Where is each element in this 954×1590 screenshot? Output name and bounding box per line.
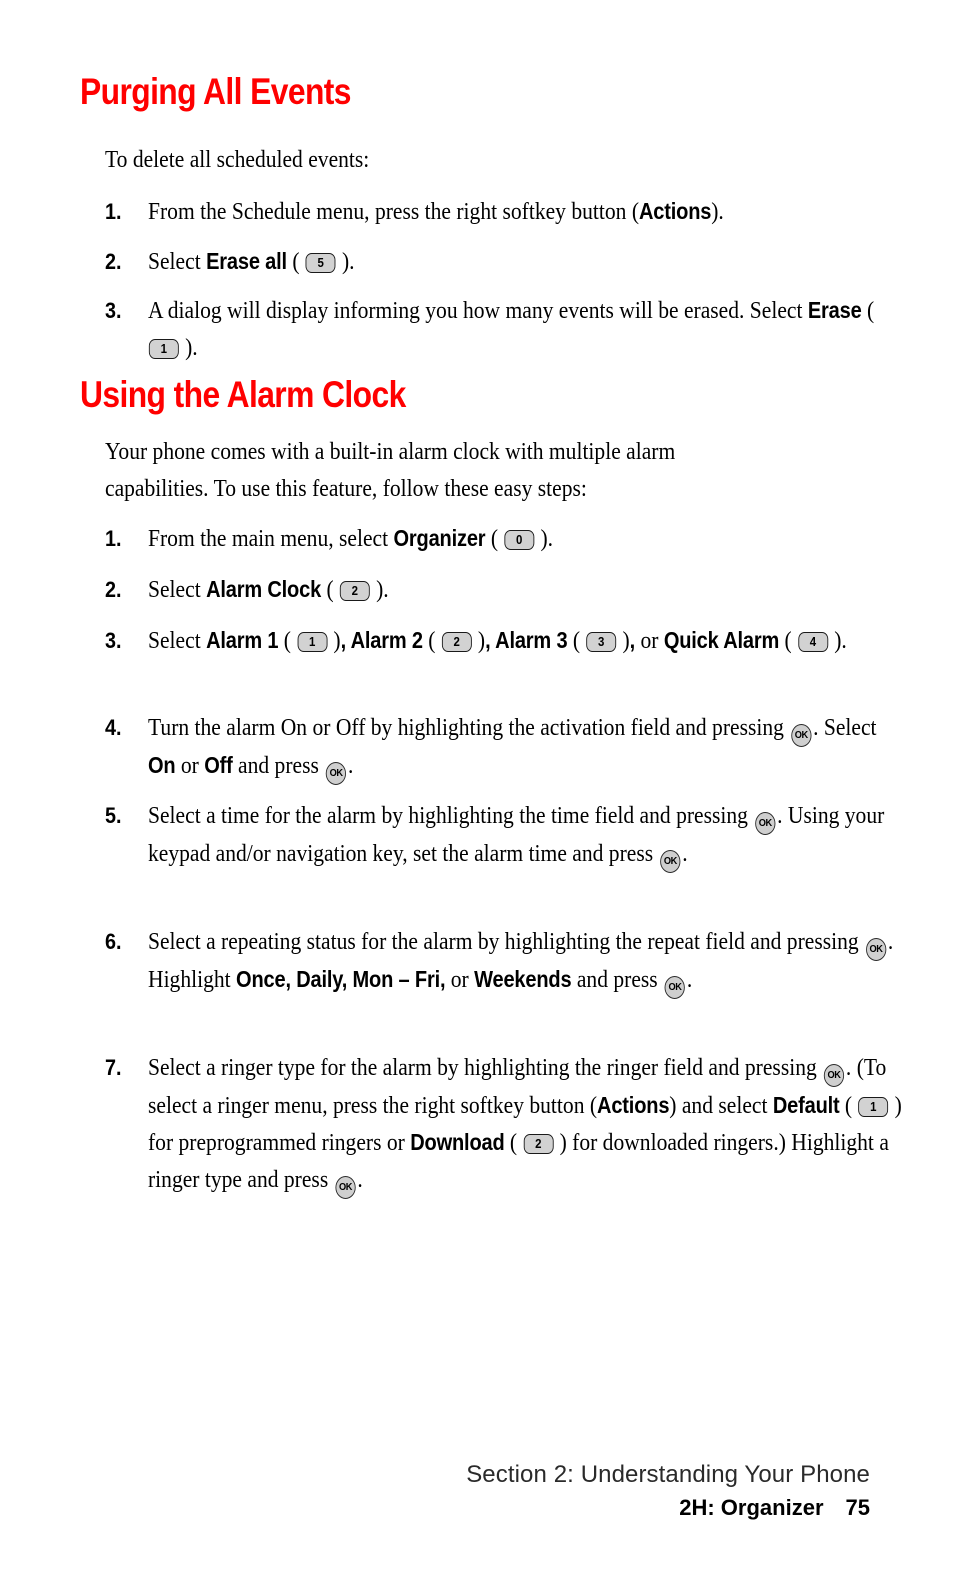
emphasis-label: Erase: [807, 297, 862, 323]
step-number: 1.: [105, 199, 122, 224]
step-text: Select Alarm Clock ( 2 ).: [148, 576, 389, 603]
alarm-step-2: 2. Select Alarm Clock ( 2 ).: [105, 571, 915, 608]
ok-key-icon: OK: [335, 1176, 356, 1199]
step-number: 5.: [105, 803, 122, 828]
emphasis-label: Actions: [639, 198, 712, 224]
ok-key-icon: OK: [664, 976, 686, 999]
page-title-purging-all-events: Purging All Events: [80, 71, 351, 112]
keypad-key-0-icon: 0: [504, 530, 535, 550]
step-number: 7.: [105, 1055, 122, 1080]
ok-key-icon: OK: [823, 1064, 845, 1087]
ok-key-icon: OK: [865, 938, 887, 961]
purging-step-3: 3. A dialog will display informing you ho…: [105, 292, 915, 366]
purging-step-1: 1. From the Schedule menu, press the righ…: [105, 193, 915, 230]
manual-page: Purging All Events To delete all schedul…: [0, 0, 954, 1590]
step-number: 1.: [105, 526, 122, 551]
step-number: 2.: [105, 577, 122, 602]
keypad-key-4-icon: 4: [798, 632, 828, 652]
intro-paragraph-purging: To delete all scheduled events:: [105, 146, 370, 173]
page-number: 75: [845, 1495, 870, 1520]
emphasis-label: Once, Daily, Mon – Fri,: [236, 966, 446, 992]
ok-key-icon: OK: [326, 762, 347, 785]
page-title-using-the-alarm-clock: Using the Alarm Clock: [80, 374, 406, 415]
emphasis-label: Organizer: [393, 525, 486, 551]
step-number: 4.: [105, 715, 122, 740]
step-number: 6.: [105, 929, 122, 954]
footer-chapter-line: 2H: Organizer 75: [679, 1495, 870, 1521]
emphasis-label: Actions: [597, 1092, 670, 1118]
ok-key-icon: OK: [660, 850, 681, 873]
step-text: Select Erase all ( 5 ).: [148, 248, 355, 275]
keypad-key-2-icon: 2: [339, 581, 370, 601]
keypad-key-2-icon: 2: [523, 1134, 554, 1154]
alarm-step-5: 5. Select a time for the alarm by highlig…: [105, 797, 915, 873]
keypad-key-1-icon: 1: [297, 632, 328, 652]
alarm-step-3: 3. Select Alarm 1 ( 1 ), Alarm 2 ( 2 ), A…: [105, 622, 915, 659]
alarm-step-7: 7. Select a ringer type for the alarm by …: [105, 1049, 915, 1199]
alarm-step-4: 4. Turn the alarm On or Off by highlighti…: [105, 709, 915, 785]
emphasis-label: Alarm Clock: [206, 576, 322, 602]
step-text: From the main menu, select Organizer ( 0…: [148, 525, 554, 552]
emphasis-label: Quick Alarm: [663, 627, 780, 653]
step-text: Select a ringer type for the alarm by hi…: [148, 1049, 905, 1199]
emphasis-label: , Alarm 3: [485, 627, 568, 653]
step-text: Turn the alarm On or Off by highlighting…: [148, 709, 905, 785]
alarm-step-6: 6. Select a repeating status for the alar…: [105, 923, 915, 999]
footer-section-label: Section 2: Understanding Your Phone: [466, 1461, 870, 1488]
emphasis-label: Default: [772, 1092, 840, 1118]
step-text: From the Schedule menu, press the right …: [148, 198, 724, 225]
emphasis-label: , Alarm 2: [340, 627, 423, 653]
keypad-key-1-icon: 1: [858, 1097, 889, 1117]
step-text: Select Alarm 1 ( 1 ), Alarm 2 ( 2 ), Ala…: [148, 627, 847, 654]
keypad-key-2-icon: 2: [441, 632, 472, 652]
keypad-key-5-icon: 5: [305, 253, 336, 273]
purging-step-2: 2. Select Erase all ( 5 ).: [105, 243, 915, 280]
step-text: A dialog will display informing you how …: [148, 297, 875, 361]
ok-key-icon: OK: [755, 812, 776, 835]
step-text: Select a time for the alarm by highlight…: [148, 797, 905, 873]
emphasis-label: Weekends: [474, 966, 572, 992]
emphasis-label: Erase all: [206, 248, 287, 274]
step-text: Select a repeating status for the alarm …: [148, 923, 905, 999]
emphasis-label: Alarm 1: [206, 627, 279, 653]
footer-chapter-label: 2H: Organizer: [679, 1495, 824, 1520]
ok-key-icon: OK: [791, 724, 812, 747]
emphasis-label: Off: [204, 752, 233, 778]
emphasis-label: Download: [410, 1129, 505, 1155]
emphasis-label: On: [148, 752, 176, 778]
keypad-key-3-icon: 3: [586, 632, 617, 652]
keypad-key-1-icon: 1: [148, 339, 179, 359]
intro-paragraph-alarm: Your phone comes with a built-in alarm c…: [105, 438, 676, 502]
emphasis-label: ,: [629, 627, 636, 653]
step-number: 3.: [105, 298, 122, 323]
step-number: 3.: [105, 628, 122, 653]
step-number: 2.: [105, 249, 122, 274]
alarm-step-1: 1. From the main menu, select Organizer (…: [105, 520, 915, 557]
